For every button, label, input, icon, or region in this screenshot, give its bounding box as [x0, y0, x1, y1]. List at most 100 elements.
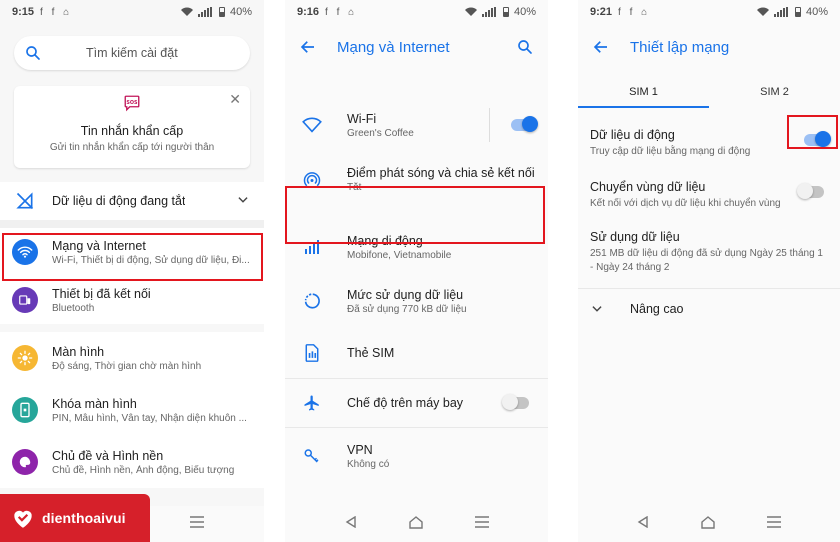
sos-message-icon: SOS	[123, 94, 141, 117]
navigation-bar	[285, 506, 548, 542]
brand-name: dienthoaivui	[42, 510, 126, 526]
notification-icons: f f ⌂	[618, 6, 651, 18]
wifi-signal-icon	[180, 7, 193, 16]
item-subtitle: Bluetooth	[52, 302, 95, 314]
network-item-vpn[interactable]: VPN Không có	[285, 428, 548, 484]
cell-signal-icon	[773, 7, 788, 17]
data-usage-icon	[299, 288, 325, 314]
item-subtitle: 251 MB dữ liệu di động đã sử dụng Ngày 2…	[590, 248, 823, 273]
mobile-data-off-icon	[12, 188, 38, 214]
item-subtitle: Không có	[347, 458, 390, 470]
item-title: Điểm phát sóng và chia sẻ kết nối	[347, 165, 535, 180]
tab-sim-1[interactable]: SIM 1	[578, 78, 709, 108]
item-title: Thiết bị đã kết nối	[52, 286, 151, 301]
back-nav-icon[interactable]	[345, 515, 357, 533]
item-subtitle: Kết nối với dịch vụ dữ liệu khi chuyển v…	[590, 198, 781, 209]
data-roaming-toggle[interactable]	[797, 183, 824, 199]
network-item-data-usage[interactable]: Mức sử dụng dữ liệu Đã sử dụng 770 kB dữ…	[285, 274, 548, 328]
sim-card-icon	[299, 340, 325, 366]
network-item-wifi[interactable]: Wi-Fi Green's Coffee	[285, 98, 548, 152]
brightness-icon	[12, 345, 38, 371]
highlight-mobile-network	[285, 186, 545, 244]
search-input[interactable]	[86, 46, 236, 60]
chevron-down-icon	[590, 302, 604, 316]
item-subtitle: Green's Coffee	[347, 127, 414, 139]
search-icon[interactable]	[516, 38, 534, 56]
app-bar: Mạng và Internet	[285, 24, 548, 70]
status-time: 9:16	[297, 6, 320, 18]
settings-item-connected-devices[interactable]: Thiết bị đã kết nối Bluetooth	[0, 276, 264, 324]
highlight-network-internet	[2, 233, 263, 281]
wifi-toggle[interactable]	[511, 116, 538, 132]
status-time: 9:21	[590, 6, 613, 18]
battery-icon	[502, 7, 509, 17]
wifi-signal-icon	[464, 7, 477, 16]
item-subtitle: Đã sử dụng 770 kB dữ liệu	[347, 303, 467, 315]
home-nav-icon[interactable]	[408, 515, 423, 534]
item-title: Thẻ SIM	[347, 346, 395, 360]
status-bar: 9:16 f f ⌂ 40%	[285, 0, 548, 24]
wifi-icon	[299, 112, 325, 138]
item-title: Wi-Fi	[347, 111, 377, 126]
app-bar: Thiết lập mạng	[578, 24, 840, 70]
item-title: Nâng cao	[630, 302, 684, 316]
cell-signal-icon	[197, 7, 212, 17]
settings-search-bar[interactable]	[14, 36, 250, 70]
close-icon[interactable]: ✕	[229, 91, 241, 108]
mobile-data-off-row[interactable]: Dữ liệu di động đang tắt	[0, 182, 264, 220]
battery-icon	[218, 7, 225, 17]
settings-item-lock-screen[interactable]: Khóa màn hình PIN, Mẫu hình, Vân tay, Nh…	[0, 384, 264, 436]
battery-level: 40%	[513, 6, 536, 18]
sim-tabs: SIM 1 SIM 2	[578, 78, 840, 108]
item-title: Sử dụng dữ liệu	[590, 230, 680, 244]
page-title: Thiết lập mạng	[630, 38, 730, 56]
search-icon	[24, 44, 42, 62]
item-title: Chuyển vùng dữ liệu	[590, 180, 706, 194]
back-nav-icon[interactable]	[637, 515, 649, 533]
setting-data-usage[interactable]: Sử dụng dữ liệu 251 MB dữ liệu di động đ…	[578, 226, 840, 288]
recents-icon[interactable]	[767, 515, 781, 533]
dienthoaivui-logo: dienthoaivui	[0, 494, 150, 542]
tab-sim-2[interactable]: SIM 2	[709, 78, 840, 108]
cell-signal-icon	[481, 7, 496, 17]
item-title: Khóa màn hình	[52, 396, 137, 411]
settings-item-themes[interactable]: Chủ đề và Hình nền Chủ đề, Hình nền, Ảnh…	[0, 436, 264, 488]
setting-data-roaming[interactable]: Chuyển vùng dữ liệu Kết nối với dịch vụ …	[578, 174, 840, 226]
emergency-message-card[interactable]: SOS ✕ Tin nhắn khẩn cấp Gửi tin nhắn khẩ…	[14, 86, 250, 168]
item-title: Chủ đề và Hình nền	[52, 448, 164, 463]
recents-icon[interactable]	[474, 515, 489, 533]
wifi-signal-icon	[756, 7, 769, 16]
sim-settings-list: Dữ liệu di động Truy cập dữ liệu bằng mạ…	[578, 122, 840, 329]
section-divider	[0, 220, 264, 228]
status-bar: 9:15 f f ⌂ 40%	[0, 0, 264, 24]
back-arrow-icon[interactable]	[299, 38, 317, 56]
recents-icon[interactable]	[190, 515, 204, 533]
vpn-key-icon	[299, 443, 325, 469]
phone-network-internet: 9:16 f f ⌂ 40% Mạng và Internet Wi-Fi Gr…	[285, 0, 548, 542]
chevron-down-icon[interactable]	[236, 193, 250, 212]
settings-item-display[interactable]: Màn hình Độ sáng, Thời gian chờ màn hình	[0, 332, 264, 384]
status-bar: 9:21 f f ⌂ 40%	[578, 0, 840, 24]
svg-text:SOS: SOS	[126, 100, 138, 106]
back-arrow-icon[interactable]	[592, 38, 610, 56]
status-time: 9:15	[12, 6, 35, 18]
setting-advanced[interactable]: Nâng cao	[578, 289, 840, 329]
vertical-divider	[489, 108, 490, 142]
battery-level: 40%	[229, 6, 252, 18]
airplane-mode-toggle[interactable]	[502, 394, 529, 410]
network-list: Wi-Fi Green's Coffee Điểm phát sóng và c…	[285, 98, 548, 484]
battery-level: 40%	[805, 6, 828, 18]
network-item-sim-cards[interactable]: Thẻ SIM	[285, 328, 548, 378]
network-item-airplane-mode[interactable]: Chế độ trên máy bay	[285, 379, 548, 427]
item-title: VPN	[347, 442, 373, 457]
brand-hands-icon	[14, 510, 32, 528]
phone-network-settings: 9:21 f f ⌂ 40% Thiết lập mạng SIM 1 SIM …	[578, 0, 840, 542]
card-subtitle: Gửi tin nhắn khẩn cấp tới người thân	[49, 142, 215, 153]
battery-icon	[794, 7, 801, 17]
home-nav-icon[interactable]	[701, 515, 715, 534]
item-subtitle: PIN, Mẫu hình, Vân tay, Nhận diện khuôn …	[52, 412, 247, 424]
mobile-data-off-label: Dữ liệu di động đang tắt	[52, 194, 186, 208]
navigation-bar	[578, 506, 840, 542]
notification-icons: f f ⌂	[325, 6, 358, 18]
card-title: Tin nhắn khẩn cấp	[80, 124, 184, 138]
